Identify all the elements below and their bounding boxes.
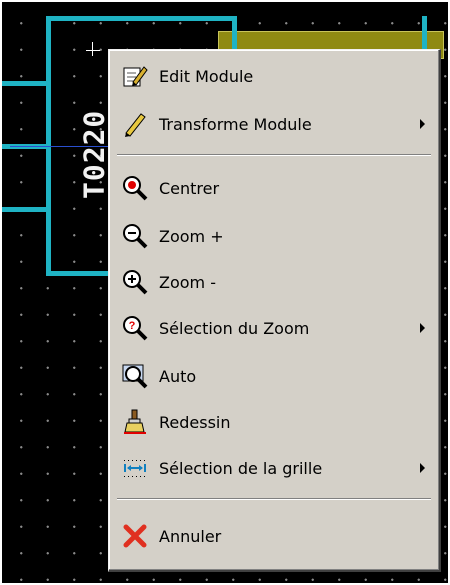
menu-item-zoom-plus[interactable]: Zoom + xyxy=(113,218,433,254)
menu-item-label: Sélection de la grille xyxy=(159,458,323,478)
menu-item-label: Sélection du Zoom xyxy=(159,318,310,338)
crosshair-cursor-vertical xyxy=(92,42,93,56)
zoom-out-icon xyxy=(123,270,148,295)
menu-separator xyxy=(117,498,431,500)
zoom-auto-icon xyxy=(122,364,148,389)
menu-item-label: Centrer xyxy=(159,178,220,198)
edit-module-icon xyxy=(123,66,148,87)
menu-item-label: Zoom + xyxy=(159,226,224,246)
track-top-horizontal xyxy=(46,16,236,21)
menu-item-label: Zoom - xyxy=(159,272,216,292)
zoom-select-icon: ? xyxy=(123,316,148,341)
context-menu: Edit Module Transforme Module Centrer Zo… xyxy=(108,49,441,572)
menu-item-selection-de-la-grille[interactable]: Sélection de la grille xyxy=(113,450,433,486)
menu-item-zoom-minus[interactable]: Zoom - xyxy=(113,264,433,300)
menu-item-label: Transforme Module xyxy=(159,114,312,134)
submenu-arrow-icon xyxy=(420,463,425,473)
menu-item-edit-module[interactable]: Edit Module xyxy=(113,58,433,94)
redraw-brush-icon xyxy=(124,409,146,434)
menu-item-annuler[interactable]: Annuler xyxy=(113,518,433,554)
menu-item-auto[interactable]: Auto xyxy=(113,358,433,394)
menu-item-label: Annuler xyxy=(159,526,222,546)
menu-item-label: Auto xyxy=(159,366,197,386)
crosshair-cursor-horizontal xyxy=(86,50,100,51)
menu-item-centrer[interactable]: Centrer xyxy=(113,170,433,206)
grid-select-icon xyxy=(124,460,146,477)
cancel-x-icon xyxy=(123,524,147,548)
menu-separator xyxy=(117,154,431,156)
track-stub-3 xyxy=(2,207,48,212)
track-bottom-horizontal xyxy=(46,271,116,276)
track-stub-1 xyxy=(2,81,48,86)
menu-item-transforme-module[interactable]: Transforme Module xyxy=(113,106,433,142)
pencil-icon xyxy=(125,113,146,137)
menu-item-redessin[interactable]: Redessin xyxy=(113,404,433,440)
menu-item-label: Edit Module xyxy=(159,66,254,86)
menu-item-label: Redessin xyxy=(159,412,231,432)
submenu-arrow-icon xyxy=(420,119,425,129)
menu-item-selection-du-zoom[interactable]: ? Sélection du Zoom xyxy=(113,310,433,346)
zoom-in-icon xyxy=(123,224,148,249)
submenu-arrow-icon xyxy=(420,323,425,333)
center-zoom-icon xyxy=(123,176,148,201)
svg-text:?: ? xyxy=(129,320,136,332)
